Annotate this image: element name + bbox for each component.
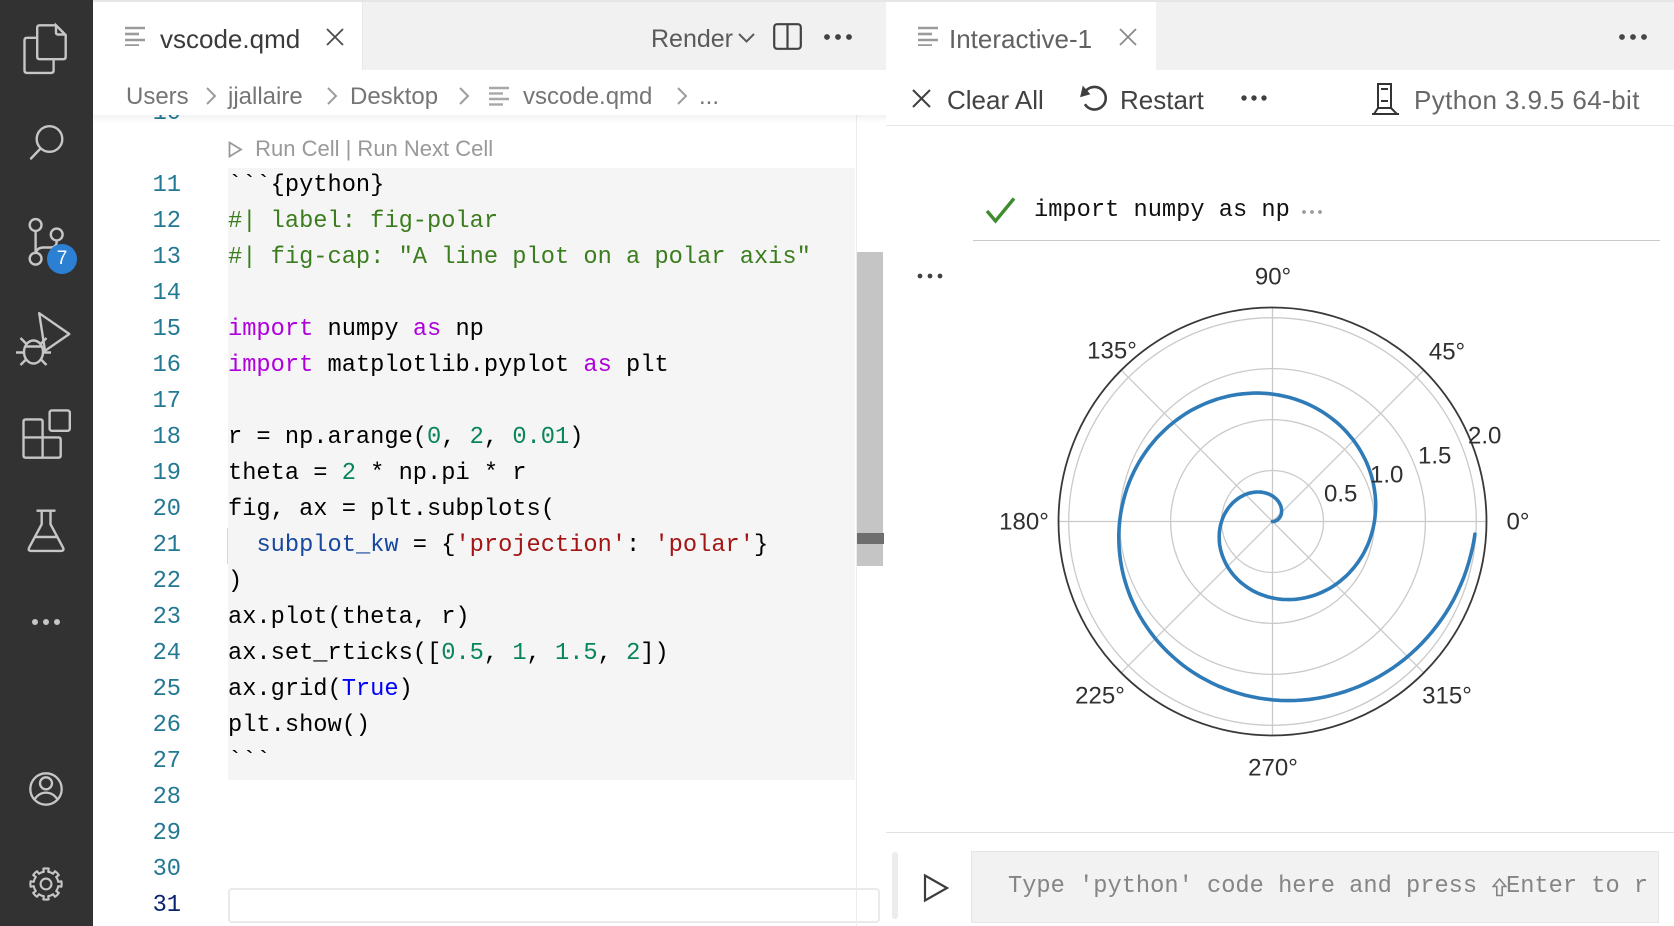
svg-text:1.0: 1.0 — [1370, 462, 1403, 489]
svg-text:180°: 180° — [999, 509, 1049, 536]
svg-text:315°: 315° — [1422, 683, 1472, 710]
svg-text:90°: 90° — [1255, 264, 1291, 291]
svg-text:45°: 45° — [1429, 339, 1465, 366]
svg-text:225°: 225° — [1075, 683, 1125, 710]
svg-text:0.5: 0.5 — [1324, 481, 1357, 508]
svg-text:135°: 135° — [1087, 338, 1137, 365]
svg-text:0°: 0° — [1507, 509, 1530, 536]
svg-text:1.5: 1.5 — [1418, 443, 1451, 470]
svg-text:2.0: 2.0 — [1468, 423, 1501, 450]
svg-text:270°: 270° — [1248, 755, 1298, 782]
